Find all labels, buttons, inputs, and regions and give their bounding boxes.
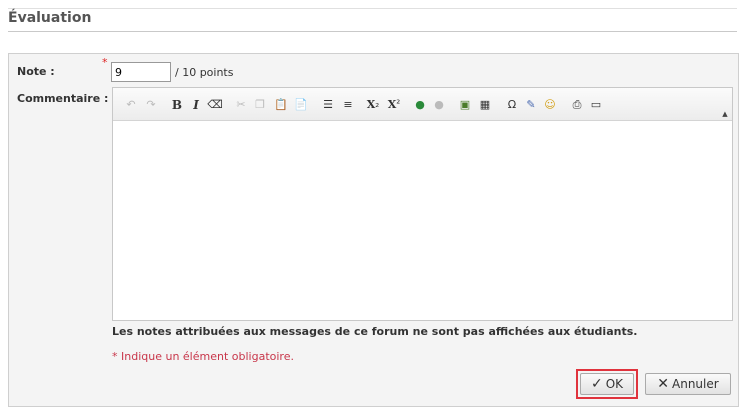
subscript-icon[interactable]: X₂: [365, 97, 381, 113]
ok-button-label: OK: [605, 377, 624, 391]
evaluation-form: Note : * / 10 points Commentaire : ↶ ↷ B…: [8, 53, 739, 407]
comment-label: Commentaire :: [17, 92, 109, 105]
editor-toolbar: ↶ ↷ B I ⌫ ✂ ❐ 📋 📄 ☰ ≡ X₂ X² ● ● ▣ ▦ Ω ✎ …: [113, 88, 732, 121]
page-title: Évaluation: [8, 10, 92, 26]
ok-button-highlight: ✓ OK: [576, 369, 638, 399]
superscript-icon[interactable]: X²: [386, 97, 402, 113]
check-icon: ✓: [590, 376, 603, 392]
close-icon: ✕: [657, 376, 670, 392]
note-input[interactable]: [111, 62, 171, 82]
bold-icon[interactable]: B: [169, 97, 185, 113]
special-char-icon[interactable]: Ω: [504, 97, 520, 113]
print-icon[interactable]: ⎙: [569, 97, 585, 113]
undo-icon[interactable]: ↶: [123, 97, 139, 113]
toolbar-collapse-icon[interactable]: ▲: [721, 110, 729, 118]
cut-icon[interactable]: ✂: [233, 97, 249, 113]
paste-word-icon[interactable]: 📄: [293, 97, 309, 113]
note-label: Note :: [17, 65, 55, 78]
italic-icon[interactable]: I: [188, 97, 204, 113]
required-marker: *: [102, 56, 108, 69]
paste-icon[interactable]: 📋: [273, 97, 289, 113]
bulleted-list-icon[interactable]: ☰: [320, 97, 336, 113]
numbered-list-icon[interactable]: ≡: [340, 97, 356, 113]
spellcheck-icon[interactable]: ✎: [523, 97, 539, 113]
cancel-button[interactable]: ✕ Annuler: [645, 373, 731, 395]
rich-text-editor: ↶ ↷ B I ⌫ ✂ ❐ 📋 📄 ☰ ≡ X₂ X² ● ● ▣ ▦ Ω ✎ …: [112, 87, 733, 321]
redo-icon[interactable]: ↷: [143, 97, 159, 113]
title-divider: [8, 31, 737, 32]
image-icon[interactable]: ▣: [457, 97, 473, 113]
required-fields-note: * Indique un élément obligatoire.: [112, 350, 294, 363]
comment-editor-area[interactable]: [113, 122, 732, 320]
top-divider: [8, 8, 737, 9]
copy-icon[interactable]: ❐: [252, 97, 268, 113]
table-icon[interactable]: ▦: [477, 97, 493, 113]
remove-format-icon[interactable]: ⌫: [207, 97, 223, 113]
ok-button[interactable]: ✓ OK: [580, 373, 634, 395]
preview-icon[interactable]: ▭: [588, 97, 604, 113]
note-max-points: / 10 points: [175, 66, 234, 79]
cancel-button-label: Annuler: [672, 377, 719, 391]
smiley-icon[interactable]: ☺: [542, 97, 558, 113]
link-icon[interactable]: ●: [412, 97, 428, 113]
info-message: Les notes attribuées aux messages de ce …: [112, 325, 638, 338]
unlink-icon[interactable]: ●: [431, 97, 447, 113]
